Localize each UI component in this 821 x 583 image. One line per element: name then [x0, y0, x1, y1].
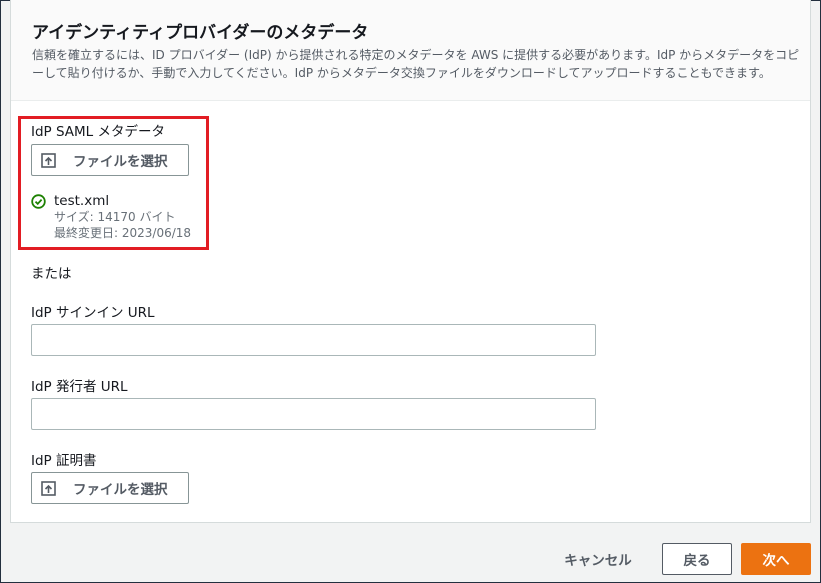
next-button[interactable]: 次へ [741, 543, 811, 575]
certificate-label: IdP 証明書 [31, 453, 97, 469]
certificate-choose-file-button[interactable]: ファイルを選択 [31, 472, 189, 504]
panel-header: アイデンティティプロバイダーのメタデータ 信頼を確立するには、ID プロバイダー… [11, 0, 810, 101]
issuer-url-input[interactable] [31, 398, 596, 430]
or-text: または [31, 266, 72, 282]
back-button[interactable]: 戻る [662, 543, 732, 575]
signin-url-input[interactable] [31, 324, 596, 356]
highlight-box [18, 116, 209, 250]
panel-title: アイデンティティプロバイダーのメタデータ [32, 23, 369, 43]
upload-icon [41, 480, 56, 496]
panel-description: 信頼を確立するには、ID プロバイダー (IdP) から提供される特定のメタデー… [32, 48, 800, 80]
certificate-choose-file-label: ファイルを選択 [73, 482, 168, 498]
metadata-panel: アイデンティティプロバイダーのメタデータ 信頼を確立するには、ID プロバイダー… [10, 0, 811, 523]
cancel-button[interactable]: キャンセル [553, 543, 643, 575]
signin-url-label: IdP サインイン URL [31, 305, 155, 321]
issuer-url-label: IdP 発行者 URL [31, 379, 128, 395]
